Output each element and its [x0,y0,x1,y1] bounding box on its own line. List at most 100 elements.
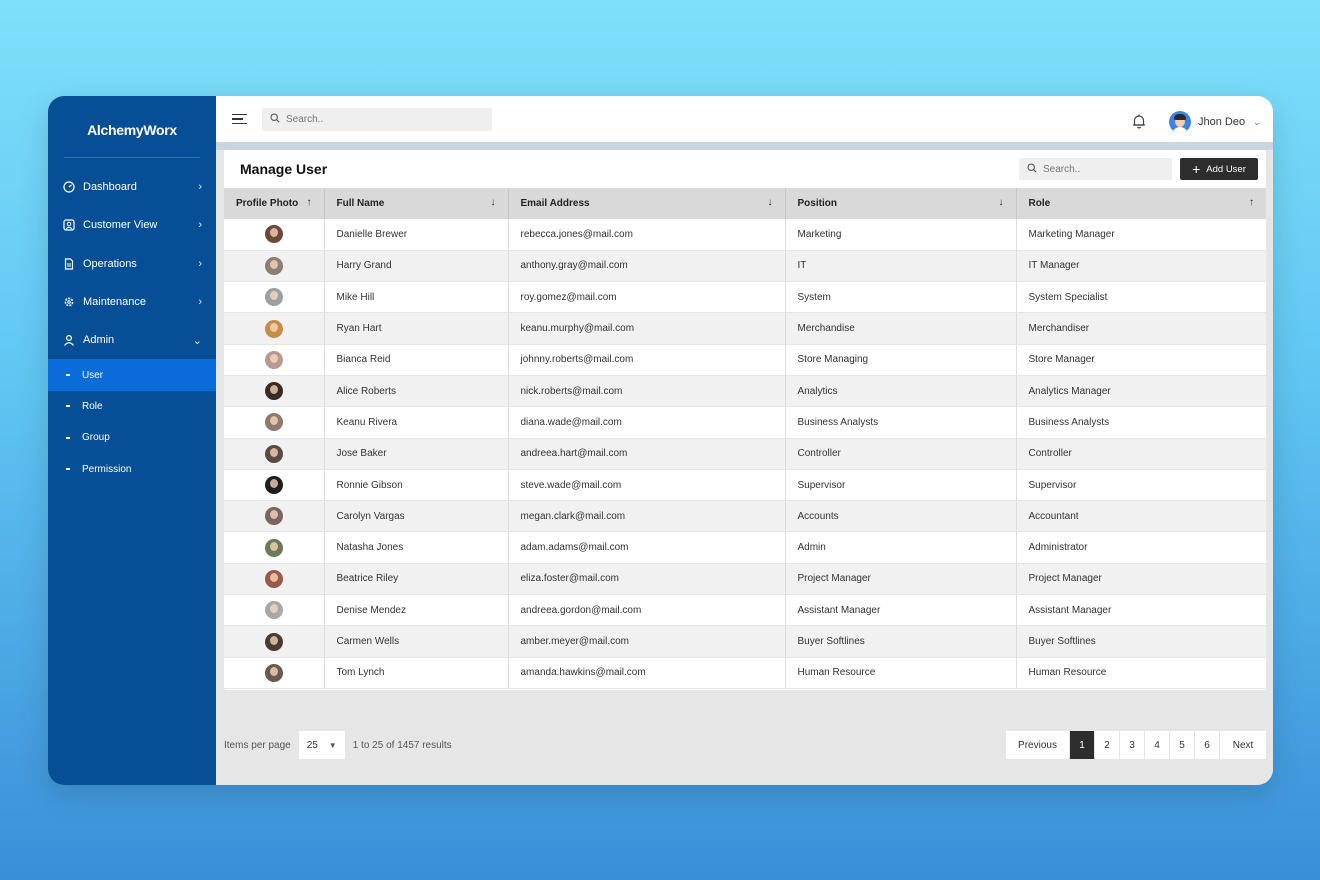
avatar [264,601,283,620]
sort-down-icon: ↓ [767,197,773,208]
items-per-page-select[interactable]: 25 ▼ [298,731,345,759]
page-button-6[interactable]: 6 [1195,731,1220,759]
table-row[interactable]: Bianca Reid johnny.roberts@mail.com Store … [224,344,1266,376]
top-search-input[interactable] [286,113,466,125]
sidebar-item-customer-view[interactable]: Customer View › [48,206,216,244]
table-row[interactable]: Denise Mendez andreea.gordon@mail.com Assi… [224,594,1266,627]
sidebar: AlchemyWorx Dashboard › Customer View › [48,96,216,785]
users-table: Profile Photo ↑ Full Name ↓ Email Address ↓… [224,188,1266,689]
document-icon [62,257,75,270]
table-row[interactable]: Natasha Jones adam.adams@mail.com Admin Adm… [224,531,1266,564]
page-title: Manage User [240,161,328,177]
sidebar-item-label: Maintenance [83,296,146,309]
column-header-email[interactable]: Email Address ↓ [508,188,786,219]
profile-photo-cell [224,375,325,408]
chevron-right-icon: › [198,257,202,270]
position-cell: Human Resource [785,657,1017,689]
column-header-profile-photo[interactable]: Profile Photo ↑ [224,188,325,219]
position-cell: System [785,281,1017,314]
position-cell: Accounts [785,500,1017,533]
table-row[interactable]: Mike Hill roy.gomez@mail.com System System … [224,281,1266,314]
sidebar-nav: Dashboard › Customer View › Operations › [48,168,216,485]
chevron-down-icon: ⌄ [1253,116,1261,127]
divider [64,157,200,158]
column-header-full-name[interactable]: Full Name ↓ [324,188,509,219]
sidebar-subitem-group[interactable]: Group [48,422,216,453]
table-row[interactable]: Ryan Hart keanu.murphy@mail.com Merchandis… [224,312,1266,345]
gear-icon [62,296,75,309]
profile-photo-cell [224,344,325,376]
profile-photo-cell [224,563,325,596]
page-button-4[interactable]: 4 [1145,731,1170,759]
sort-down-icon: ↓ [490,197,496,208]
table-row[interactable]: Harry Grand anthony.gray@mail.com IT IT Man… [224,250,1266,283]
sidebar-subitem-label: Group [82,432,110,444]
role-cell: Accountant [1016,500,1266,533]
sort-up-icon: ↑ [1249,197,1254,208]
sidebar-item-dashboard[interactable]: Dashboard › [48,168,216,206]
table-row[interactable]: Danielle Brewer rebecca.jones@mail.com Mar… [224,219,1266,251]
profile-photo-cell [224,594,325,627]
full-name-cell: Keanu Rivera [324,406,509,439]
sidebar-item-operations[interactable]: Operations › [48,245,216,283]
bell-icon[interactable] [1131,113,1147,134]
table-row[interactable]: Carmen Wells amber.meyer@mail.com Buyer So… [224,625,1266,658]
page-button-2[interactable]: 2 [1095,731,1120,759]
email-cell: keanu.murphy@mail.com [508,312,786,345]
chevron-down-icon: ⌄ [192,334,202,347]
card-search-input[interactable] [1043,163,1153,175]
table-row[interactable]: Alice Roberts nick.roberts@mail.com Analyt… [224,375,1266,408]
table-row[interactable]: Tom Lynch amanda.hawkins@mail.com Human Re… [224,657,1266,689]
page-button-1[interactable]: 1 [1070,731,1095,759]
pagination: Previous 1 2 3 4 5 6 Next [1006,731,1266,759]
profile-photo-cell [224,531,325,564]
sidebar-subitem-role[interactable]: Role [48,391,216,422]
column-label: Email Address [520,198,590,209]
profile-photo-cell [224,219,325,251]
profile-photo-cell [224,406,325,439]
avatar [264,538,283,557]
sidebar-subitem-label: Permission [82,463,132,475]
position-cell: Supervisor [785,469,1017,502]
table-header-row: Profile Photo ↑ Full Name ↓ Email Address ↓… [224,188,1266,219]
plus-icon: + [1192,161,1201,177]
role-cell: Marketing Manager [1016,219,1266,251]
sidebar-item-maintenance[interactable]: Maintenance › [48,283,216,321]
table-row[interactable]: Carolyn Vargas megan.clark@mail.com Accoun… [224,500,1266,533]
sidebar-subitem-user[interactable]: User [48,359,216,391]
table-row[interactable]: Beatrice Riley eliza.foster@mail.com Proje… [224,563,1266,596]
per-page-value: 25 [306,739,318,751]
role-cell: Store Manager [1016,344,1266,376]
table-row[interactable]: Jose Baker andreea.hart@mail.com Controlle… [224,438,1266,470]
avatar [264,476,283,495]
page-button-3[interactable]: 3 [1120,731,1145,759]
table-row[interactable]: Ronnie Gibson steve.wade@mail.com Supervis… [224,469,1266,502]
table-row[interactable]: Keanu Rivera diana.wade@mail.com Business … [224,406,1266,439]
avatar [264,507,283,526]
person-icon [62,334,75,347]
menu-icon[interactable] [232,113,248,125]
page-button-5[interactable]: 5 [1170,731,1195,759]
bullet [66,405,70,408]
card-search-box [1019,158,1172,180]
sidebar-item-label: Admin [83,334,115,347]
sidebar-item-admin[interactable]: Admin ⌄ [48,321,216,359]
add-user-button[interactable]: + Add User [1180,158,1258,180]
user-menu[interactable]: Jhon Deo ⌄ [1169,111,1261,133]
user-card-icon [62,219,75,232]
email-cell: andreea.gordon@mail.com [508,594,786,627]
sidebar-item-label: Dashboard [83,181,137,194]
next-page-button[interactable]: Next [1220,731,1266,759]
avatar [264,350,283,369]
full-name-cell: Tom Lynch [324,657,509,689]
column-header-role[interactable]: Role ↑ [1016,188,1266,219]
bullet [66,436,70,439]
email-cell: roy.gomez@mail.com [508,281,786,314]
sidebar-subitem-permission[interactable]: Permission [48,453,216,484]
previous-page-button[interactable]: Previous [1006,731,1070,759]
profile-photo-cell [224,625,325,658]
position-cell: Buyer Softlines [785,625,1017,658]
column-header-position[interactable]: Position ↓ [785,188,1017,219]
bullet [66,468,70,471]
role-cell: Merchandiser [1016,312,1266,345]
